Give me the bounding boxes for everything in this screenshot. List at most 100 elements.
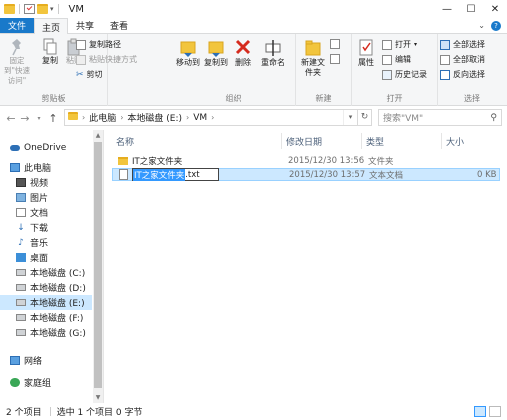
nav-item-this-pc[interactable]: 此电脑 (0, 160, 92, 175)
status-bar: 2 个项目 选中 1 个项目 0 字节 (0, 403, 507, 420)
window-title: VM (68, 3, 84, 15)
move-to-button[interactable]: 移动到 (176, 38, 200, 68)
address-bar[interactable]: › 此电脑 › 本地磁盘 (E:) › VM › ▾ ↻ (64, 109, 372, 126)
large-icons-view-icon[interactable] (489, 406, 501, 417)
address-dropdown-icon[interactable]: ▾ (343, 110, 357, 125)
nav-item-music[interactable]: ♪ 音乐 (0, 235, 92, 250)
new-group: 新建文件夹 新建 (296, 34, 352, 106)
cut-button[interactable]: ✂ 剪切 (76, 69, 103, 80)
properties-icon[interactable] (24, 4, 35, 14)
search-input[interactable]: 搜索"VM" ⚲ (378, 109, 502, 126)
properties-icon (359, 39, 373, 56)
breadcrumb-separator-icon[interactable]: › (211, 113, 214, 122)
nav-label: 视频 (30, 179, 49, 189)
column-header-type[interactable]: 类型 (366, 133, 442, 149)
pin-quick-access-button[interactable]: 固定到"快速访问" (2, 38, 32, 86)
copy-icon (43, 38, 57, 55)
properties-button[interactable]: 属性 (354, 38, 378, 68)
copy-to-button[interactable]: 复制到 (204, 38, 228, 68)
nav-label: 下载 (30, 224, 49, 234)
history-label: 历史记录 (395, 70, 427, 79)
nav-item-network[interactable]: 网络 (0, 353, 92, 368)
copy-path-label: 复制路径 (89, 40, 121, 49)
select-none-button[interactable]: 全部取消 (440, 54, 485, 65)
refresh-icon[interactable]: ↻ (357, 110, 371, 125)
customize-toolbar-icon[interactable]: ▾ (50, 5, 54, 13)
download-icon: ↓ (17, 222, 25, 233)
copy-path-button[interactable]: 复制路径 (76, 39, 121, 50)
file-type: 文本文档 (369, 170, 404, 181)
minimize-button[interactable]: — (435, 0, 459, 18)
nav-item-drive-e[interactable]: 本地磁盘 (E:) (0, 295, 92, 310)
navigation-pane: OneDrive 此电脑 视频 图片 文档 ↓ 下载 ♪ 音乐 桌面 本地磁盘 … (0, 130, 104, 403)
nav-item-drive-g[interactable]: 本地磁盘 (G:) (0, 325, 92, 340)
folder-icon[interactable] (4, 4, 15, 14)
nav-item-documents[interactable]: 文档 (0, 205, 92, 220)
quick-access-toolbar: ▾ (4, 4, 61, 14)
history-button[interactable]: 历史记录 (382, 69, 427, 80)
nav-item-downloads[interactable]: ↓ 下载 (0, 220, 92, 235)
close-button[interactable]: ✕ (483, 0, 507, 18)
tab-share[interactable]: 共享 (68, 18, 102, 33)
breadcrumb-separator-icon[interactable]: › (120, 113, 123, 122)
nav-label: 本地磁盘 (G:) (30, 329, 86, 339)
details-view-icon[interactable] (474, 406, 486, 417)
nav-item-drive-d[interactable]: 本地磁盘 (D:) (0, 280, 92, 295)
easy-access-button[interactable] (330, 54, 340, 64)
search-icon: ⚲ (490, 112, 497, 123)
picture-icon (16, 193, 26, 202)
copy-label: 复制 (42, 56, 58, 65)
breadcrumb-vm[interactable]: VM (193, 113, 207, 123)
breadcrumb-separator-icon: › (82, 113, 86, 122)
edit-button[interactable]: 编辑 (382, 54, 411, 65)
delete-icon (235, 39, 251, 55)
toolbar-divider (57, 4, 59, 14)
search-placeholder: 搜索"VM" (383, 114, 424, 124)
open-button[interactable]: 打开 ▾ (382, 39, 417, 50)
rename-input[interactable]: IT之家文件夹 .txt (132, 168, 219, 181)
select-all-label: 全部选择 (453, 40, 485, 49)
invert-selection-label: 反向选择 (453, 70, 485, 79)
chevron-down-icon[interactable]: ⌄ (478, 21, 485, 30)
column-header-name[interactable]: 名称 (116, 133, 282, 149)
breadcrumb-separator-icon[interactable]: › (186, 113, 189, 122)
delete-button[interactable]: 删除 (232, 38, 254, 68)
scroll-down-icon[interactable]: ▼ (93, 394, 103, 401)
maximize-button[interactable]: ☐ (459, 0, 483, 18)
tab-view[interactable]: 查看 (102, 18, 136, 33)
nav-item-pictures[interactable]: 图片 (0, 190, 92, 205)
paste-shortcut-button[interactable]: 粘贴快捷方式 (76, 54, 137, 65)
nav-item-videos[interactable]: 视频 (0, 175, 92, 190)
table-row[interactable]: IT之家文件夹 2015/12/30 13:56 文件夹 (112, 154, 500, 167)
new-item-button[interactable] (330, 39, 340, 49)
back-arrow-icon[interactable]: ← (4, 112, 18, 125)
navigation-scrollbar[interactable]: ▲ ▼ (93, 130, 103, 403)
nav-item-homegroup[interactable]: 家庭组 (0, 375, 92, 390)
nav-item-drive-f[interactable]: 本地磁盘 (F:) (0, 310, 92, 325)
help-icon[interactable]: ? (491, 20, 501, 31)
table-row[interactable]: IT之家文件夹 .txt 2015/12/30 13:57 文本文档 0 KB (112, 168, 500, 181)
tab-file[interactable]: 文件 (0, 18, 34, 33)
folder-icon (68, 112, 78, 123)
select-group: 全部选择 全部取消 反向选择 选择 (438, 34, 506, 106)
select-all-button[interactable]: 全部选择 (440, 39, 485, 50)
column-header-size[interactable]: 大小 (446, 133, 496, 149)
up-arrow-icon[interactable]: ↑ (46, 112, 60, 125)
copy-button[interactable]: 复制 (40, 38, 60, 66)
new-folder-button[interactable]: 新建文件夹 (298, 38, 328, 78)
nav-item-onedrive[interactable]: OneDrive (0, 140, 92, 155)
tab-home[interactable]: 主页 (34, 18, 68, 35)
nav-item-desktop[interactable]: 桌面 (0, 250, 92, 265)
breadcrumb-drive-e[interactable]: 本地磁盘 (E:) (127, 111, 182, 124)
breadcrumb-this-pc[interactable]: 此电脑 (89, 111, 116, 124)
new-folder-icon[interactable] (37, 4, 48, 14)
invert-selection-button[interactable]: 反向选择 (440, 69, 485, 80)
select-group-label: 选择 (464, 94, 480, 103)
nav-item-drive-c[interactable]: 本地磁盘 (C:) (0, 265, 92, 280)
recent-locations-icon[interactable]: ▾ (32, 115, 46, 122)
rename-button[interactable]: 重命名 (258, 38, 288, 68)
column-header-modified[interactable]: 修改日期 (286, 133, 362, 149)
scrollbar-thumb[interactable] (94, 142, 102, 388)
forward-arrow-icon[interactable]: → (18, 112, 32, 125)
scroll-up-icon[interactable]: ▲ (93, 132, 103, 139)
